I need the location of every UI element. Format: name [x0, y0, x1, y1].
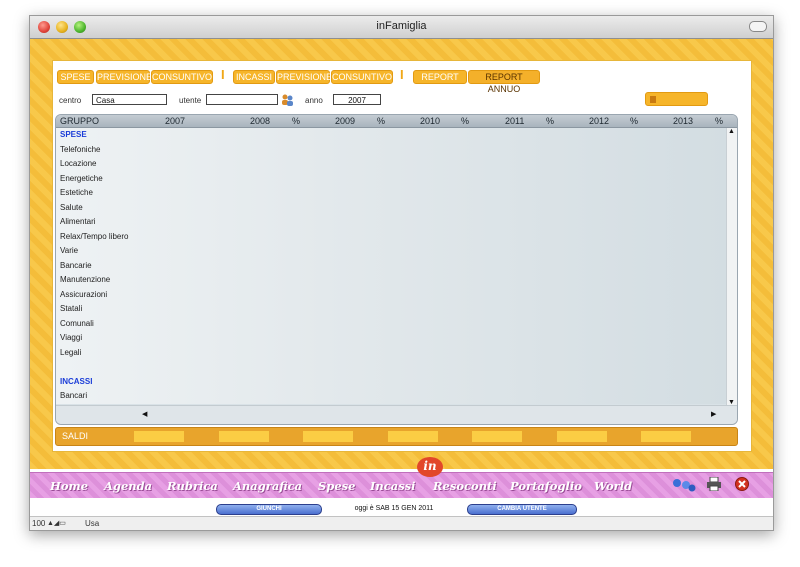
giunchi-button[interactable]: GIUNCHI — [216, 504, 322, 515]
vertical-scrollbar[interactable]: ▲ ▼ — [726, 128, 737, 406]
nav-spese[interactable]: Spese — [318, 479, 355, 493]
tab-spese[interactable]: SPESE — [57, 70, 94, 84]
col-header-gruppo: GRUPPO — [60, 116, 100, 126]
centro-label: centro — [59, 96, 82, 105]
table-row[interactable] — [56, 360, 726, 375]
table-row[interactable]: Statali — [56, 302, 726, 317]
anno-label: anno — [305, 96, 323, 105]
table-row[interactable]: Alimentari — [56, 215, 726, 230]
saldi-row: SALDI — [55, 427, 738, 446]
document-icon — [650, 96, 656, 103]
table-row[interactable]: Telefoniche — [56, 142, 726, 157]
scroll-left-icon[interactable]: ◀ — [142, 410, 147, 418]
nav-resoconti[interactable]: Resoconti — [433, 479, 497, 493]
table-row[interactable]: Comunali — [56, 316, 726, 331]
table-row[interactable]: Bancarie — [56, 258, 726, 273]
col-header-2007: 2007 — [165, 116, 186, 126]
saldi-cell-2011 — [472, 431, 522, 442]
col-header-pct-2012: % — [630, 116, 639, 126]
nav-portafoglio[interactable]: Portafoglio — [510, 479, 582, 493]
table-row[interactable]: Manutenzione — [56, 273, 726, 288]
today-date: oggi è SAB 15 GEN 2011 — [354, 505, 434, 512]
section-header-row[interactable]: INCASSI — [56, 374, 726, 389]
toolbar-toggle-button[interactable] — [749, 21, 767, 32]
col-header-pct-2008: % — [292, 116, 301, 126]
nav-rubrica[interactable]: Rubrica — [167, 479, 218, 493]
table-row[interactable]: Viaggi — [56, 331, 726, 346]
users-icon[interactable] — [281, 93, 294, 106]
col-header-2011: 2011 — [505, 116, 525, 126]
saldi-cell-2007 — [134, 431, 184, 442]
horizontal-scrollbar[interactable]: ◀ ▶ — [56, 405, 737, 424]
col-header-2013: 2013 — [673, 116, 694, 126]
anno-field[interactable]: 2007 — [333, 94, 381, 105]
tab-report-annuo[interactable]: REPORT ANNUO — [468, 70, 540, 94]
print-icon[interactable] — [706, 477, 722, 491]
col-header-pct-2009: % — [377, 116, 386, 126]
scroll-up-icon[interactable]: ▲ — [728, 128, 735, 135]
table-row[interactable]: Locazione — [56, 157, 726, 172]
nav-agenda[interactable]: Agenda — [104, 479, 152, 493]
saldi-cell-2009 — [303, 431, 353, 442]
title-bar: inFamiglia — [30, 16, 773, 39]
saldi-cell-2012 — [557, 431, 607, 442]
col-header-2012: 2012 — [589, 116, 610, 126]
window-title: inFamiglia — [376, 20, 427, 32]
cambia-utente-button[interactable]: CAMBIA UTENTE — [467, 504, 577, 515]
app-logo: in — [417, 457, 443, 477]
table-row[interactable]: Estetiche — [56, 186, 726, 201]
nav-anagrafica[interactable]: Anagrafica — [233, 479, 302, 493]
col-header-2008: 2008 — [250, 116, 271, 126]
saldi-cell-2010 — [388, 431, 438, 442]
section-header-row[interactable]: SPESE — [56, 128, 726, 143]
col-header-pct-2011: % — [546, 116, 555, 126]
tab-incassi[interactable]: INCASSI — [233, 70, 275, 84]
col-header-2010: 2010 — [420, 116, 441, 126]
table-row[interactable]: Relax/Tempo libero — [56, 229, 726, 244]
tab-spese-previsione[interactable]: PREVISIONE — [96, 70, 152, 84]
tab-incassi-consuntivo[interactable]: CONSUNTIVO — [331, 70, 393, 84]
table-row[interactable]: Bancari — [56, 389, 726, 404]
app-window: inFamiglia SPESE PREVISIONE CONSUNTIVO I… — [29, 15, 774, 531]
report-table: GRUPPO 2007 2008 % 2009 % 2010 % 2011 % … — [55, 114, 738, 425]
utente-label: utente — [179, 96, 202, 105]
users-group-icon[interactable] — [670, 477, 698, 493]
utente-field[interactable] — [206, 94, 278, 105]
saldi-cell-2008 — [219, 431, 269, 442]
nav-world[interactable]: World — [594, 479, 632, 493]
table-row[interactable]: Energetiche — [56, 171, 726, 186]
tab-incassi-previsione[interactable]: PREVISIONE — [276, 70, 332, 84]
mode-label: Usa — [85, 519, 100, 528]
tab-separator: I — [400, 67, 404, 82]
table-row[interactable]: Assicurazioni — [56, 287, 726, 302]
zoom-level[interactable]: 100 — [32, 519, 45, 528]
close-icon[interactable] — [734, 477, 750, 491]
scroll-right-icon[interactable]: ▶ — [711, 410, 716, 418]
saldi-cell-2013 — [641, 431, 691, 442]
table-row[interactable]: Varie — [56, 244, 726, 259]
centro-field[interactable]: Casa — [92, 94, 167, 105]
table-row[interactable]: Salute — [56, 200, 726, 215]
tab-spese-consuntivo[interactable]: CONSUNTIVO — [151, 70, 213, 84]
nav-home[interactable]: Home — [50, 479, 88, 493]
tab-separator: I — [221, 67, 225, 82]
col-header-2009: 2009 — [335, 116, 356, 126]
riepilogo-button[interactable]: RIEPILOGO — [645, 92, 708, 116]
nav-bar: Home Agenda Rubrica Anagrafica Spese Inc… — [30, 472, 773, 499]
zoom-controls-icon[interactable]: ▲◢▭ — [47, 519, 66, 527]
saldi-label: SALDI — [62, 431, 89, 441]
col-header-pct-2010: % — [461, 116, 470, 126]
col-header-pct-2013: % — [715, 116, 724, 126]
table-header: GRUPPO 2007 2008 % 2009 % 2010 % 2011 % … — [56, 115, 737, 128]
table-row[interactable]: Legali — [56, 345, 726, 360]
bottom-bar: 100 ▲◢▭ Usa — [30, 516, 773, 530]
nav-incassi[interactable]: Incassi — [370, 479, 416, 493]
tab-report[interactable]: REPORT — [413, 70, 467, 84]
